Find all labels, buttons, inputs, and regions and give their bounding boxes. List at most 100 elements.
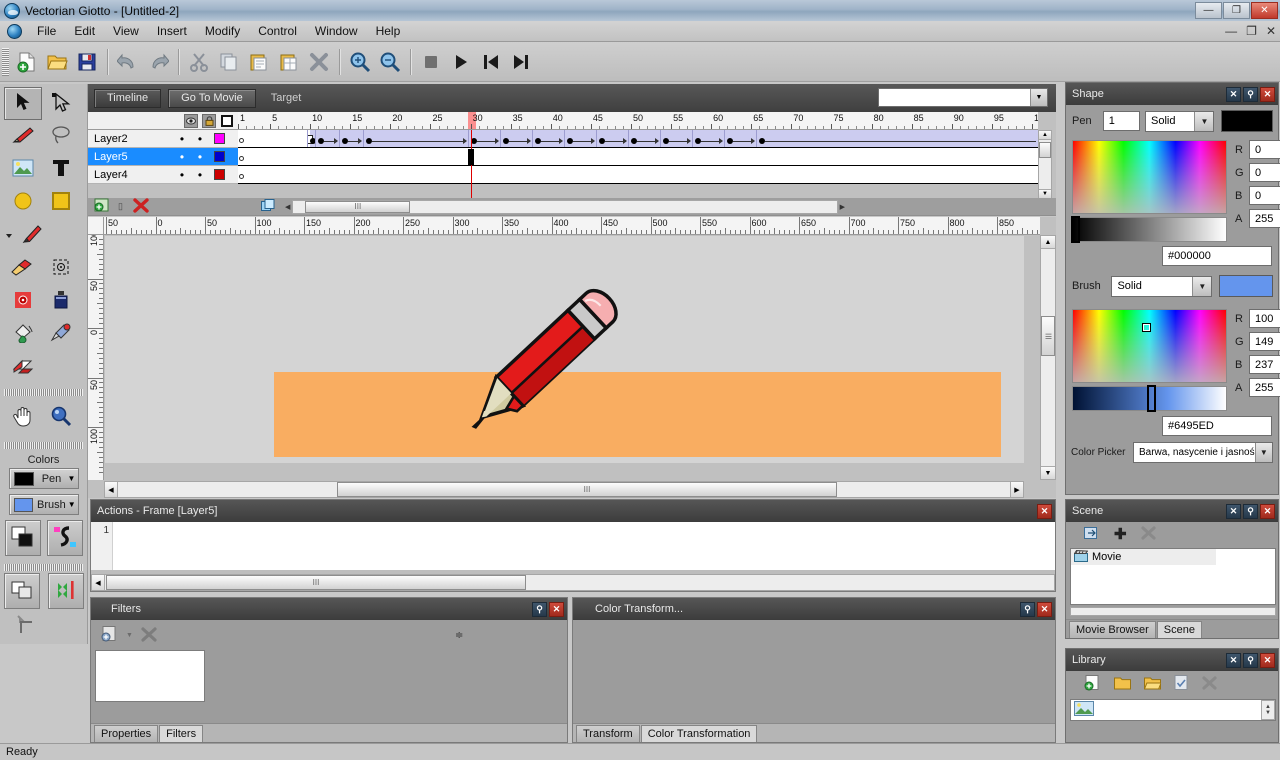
timeline-ruler[interactable]: 1510152025303540455055606570758085909510…: [238, 112, 1038, 130]
scene-hscrollbar[interactable]: [1070, 607, 1276, 616]
tool-rectangle[interactable]: [42, 186, 80, 219]
pen-color-preview[interactable]: [1221, 110, 1273, 132]
eye-icon[interactable]: [184, 114, 198, 128]
actions-hscrollbar[interactable]: ◀ III: [91, 574, 1055, 591]
timeline-scroll-left-icon[interactable]: ◀: [285, 203, 290, 211]
menu-item-modify[interactable]: Modify: [196, 22, 249, 40]
play-icon[interactable]: [446, 47, 476, 77]
pin-icon[interactable]: ⚲: [1020, 602, 1035, 617]
brush-value-slider[interactable]: [1147, 385, 1156, 412]
new-icon[interactable]: [12, 47, 42, 77]
pen-a-input[interactable]: 255: [1249, 209, 1280, 228]
window-close-button[interactable]: ✕: [1251, 2, 1278, 19]
menu-item-view[interactable]: View: [104, 22, 148, 40]
duplicate-scene-icon[interactable]: [1084, 526, 1100, 543]
close-icon[interactable]: ✕: [1037, 504, 1052, 519]
close-icon[interactable]: ✕: [1260, 504, 1275, 519]
library-list[interactable]: ▲ ▼: [1070, 699, 1276, 721]
stage-vscroll-thumb[interactable]: III: [1041, 316, 1055, 356]
pin-icon[interactable]: ⚲: [1243, 87, 1258, 102]
arrow-option-icon[interactable]: [14, 626, 36, 638]
tool-image[interactable]: [4, 153, 42, 186]
close-icon[interactable]: ✕: [1260, 87, 1275, 102]
target-combo[interactable]: ▼: [878, 88, 1048, 107]
open-folder-icon[interactable]: [1144, 676, 1161, 693]
timeline-layer-row-layer2[interactable]: Layer2 • •: [88, 130, 238, 148]
tool-brush[interactable]: [4, 252, 42, 285]
tab-color-transformation[interactable]: Color Transformation: [641, 725, 758, 742]
tool-subselect[interactable]: [42, 87, 80, 120]
layer-lock-dot[interactable]: •: [191, 135, 209, 143]
timeline-button[interactable]: Timeline: [94, 89, 161, 108]
keyframe-empty[interactable]: [239, 174, 244, 179]
actions-hscroll-thumb[interactable]: III: [106, 575, 526, 590]
layer-color-swatch[interactable]: [214, 133, 225, 144]
brush-color-button[interactable]: Brush ▼: [9, 494, 79, 515]
new-folder-icon[interactable]: [1114, 676, 1131, 693]
tool-eraser[interactable]: [4, 351, 42, 384]
menu-item-insert[interactable]: Insert: [148, 22, 196, 40]
goto-movie-button[interactable]: Go To Movie: [168, 89, 256, 108]
chevron-down-icon[interactable]: ▼: [1030, 89, 1047, 106]
brush-saturation-box[interactable]: [1072, 309, 1227, 383]
menu-item-file[interactable]: File: [28, 22, 65, 40]
pen-saturation-box[interactable]: [1072, 140, 1227, 214]
pin-icon[interactable]: ⚲: [1243, 653, 1258, 668]
outline-square-icon[interactable]: [220, 114, 234, 128]
layer-lock-dot[interactable]: •: [191, 171, 209, 179]
lock-icon[interactable]: [202, 114, 216, 128]
zoom-out-icon[interactable]: [375, 47, 405, 77]
timeline-scroll-right-icon[interactable]: ▶: [840, 203, 845, 211]
pin-icon[interactable]: ⚲: [532, 602, 547, 617]
brush-g-input[interactable]: 149: [1249, 332, 1280, 351]
color-picker-combo[interactable]: Barwa, nasycenie i jasnoś ▼: [1133, 442, 1273, 463]
keyframe-empty[interactable]: [239, 156, 244, 161]
pen-value-bar[interactable]: [1072, 217, 1227, 242]
brush-a-input[interactable]: 255: [1249, 378, 1280, 397]
new-symbol-icon[interactable]: [1084, 675, 1101, 694]
stop-icon[interactable]: [416, 47, 446, 77]
close-icon[interactable]: ✕: [549, 602, 564, 617]
add-layer-icon[interactable]: [94, 198, 110, 215]
last-frame-icon[interactable]: [506, 47, 536, 77]
timeline-layer-row-layer5[interactable]: Layer5 • •: [88, 148, 238, 166]
pencil-drawing[interactable]: [445, 281, 620, 446]
menu-item-help[interactable]: Help: [367, 22, 410, 40]
timeline-layer-row-layer4[interactable]: Layer4 • •: [88, 166, 238, 184]
swap-colors-button[interactable]: [5, 520, 41, 556]
menu-item-window[interactable]: Window: [306, 22, 367, 40]
pen-b-input[interactable]: 0: [1249, 186, 1280, 205]
add-filter-icon[interactable]: [101, 626, 118, 645]
properties-icon[interactable]: [1174, 675, 1189, 694]
redo-icon[interactable]: [143, 47, 173, 77]
layer-properties-icon[interactable]: ▯: [118, 201, 123, 212]
brush-r-input[interactable]: 100: [1249, 309, 1280, 328]
tab-movie-browser[interactable]: Movie Browser: [1069, 621, 1156, 638]
tool-magnifier[interactable]: [42, 401, 80, 434]
open-icon[interactable]: [42, 47, 72, 77]
save-icon[interactable]: [72, 47, 102, 77]
tool-arrow-select[interactable]: [4, 87, 42, 120]
pen-g-input[interactable]: 0: [1249, 163, 1280, 182]
tab-transform[interactable]: Transform: [576, 725, 640, 742]
no-color-button[interactable]: [47, 520, 83, 556]
brush-value-bar[interactable]: [1072, 386, 1227, 411]
window-minimize-button[interactable]: —: [1195, 2, 1222, 19]
mdi-restore-button[interactable]: ❐: [1246, 24, 1257, 38]
layer-color-swatch[interactable]: [214, 151, 225, 162]
mdi-minimize-button[interactable]: —: [1225, 24, 1237, 38]
pin-icon[interactable]: ⚲: [1243, 504, 1258, 519]
delete-scene-icon[interactable]: [1141, 526, 1156, 543]
scroll-down-icon[interactable]: ▼: [1265, 710, 1271, 716]
stage-hscroll-thumb[interactable]: III: [337, 482, 837, 497]
artboard-canvas[interactable]: [105, 236, 1024, 463]
tool-hand[interactable]: [4, 401, 42, 434]
tab-properties[interactable]: Properties: [94, 725, 158, 742]
tool-pencil[interactable]: [14, 219, 52, 252]
tween-span[interactable]: [310, 130, 1038, 147]
actions-code-text[interactable]: [113, 522, 1055, 570]
timeline-hscrollbar[interactable]: III: [292, 200, 837, 214]
timeline-hscroll-thumb[interactable]: III: [305, 201, 410, 213]
pen-width-input[interactable]: 1: [1103, 111, 1140, 131]
brush-picker-handle[interactable]: [1143, 324, 1150, 331]
